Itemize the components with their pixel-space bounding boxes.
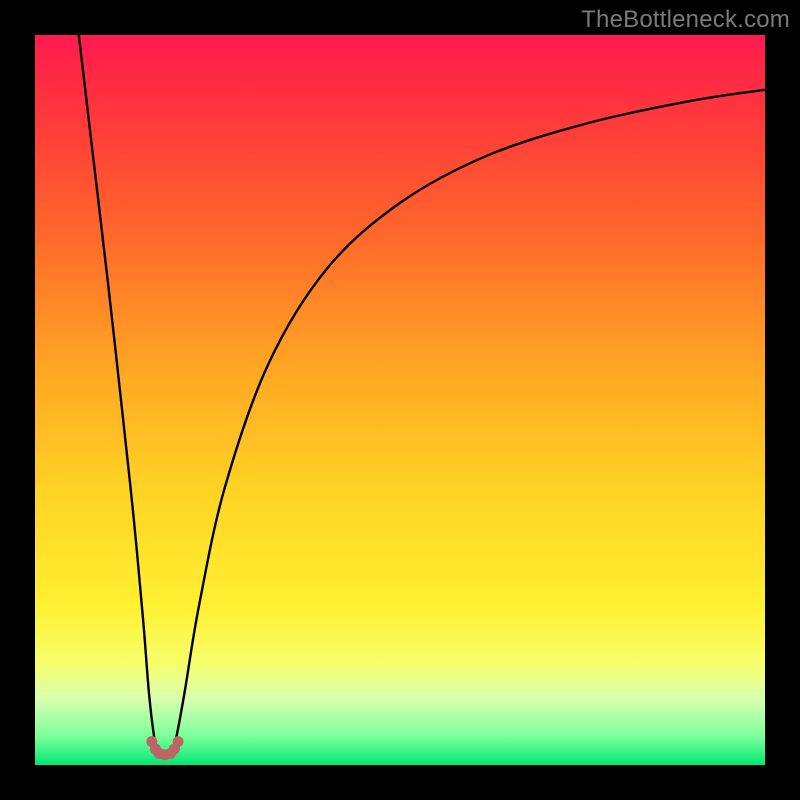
- gradient-background: [35, 35, 765, 765]
- chart-frame: TheBottleneck.com: [0, 0, 800, 800]
- watermark-label: TheBottleneck.com: [581, 6, 790, 34]
- cusp-dot: [173, 736, 184, 747]
- plot-area: [35, 35, 765, 765]
- chart-svg: [35, 35, 765, 765]
